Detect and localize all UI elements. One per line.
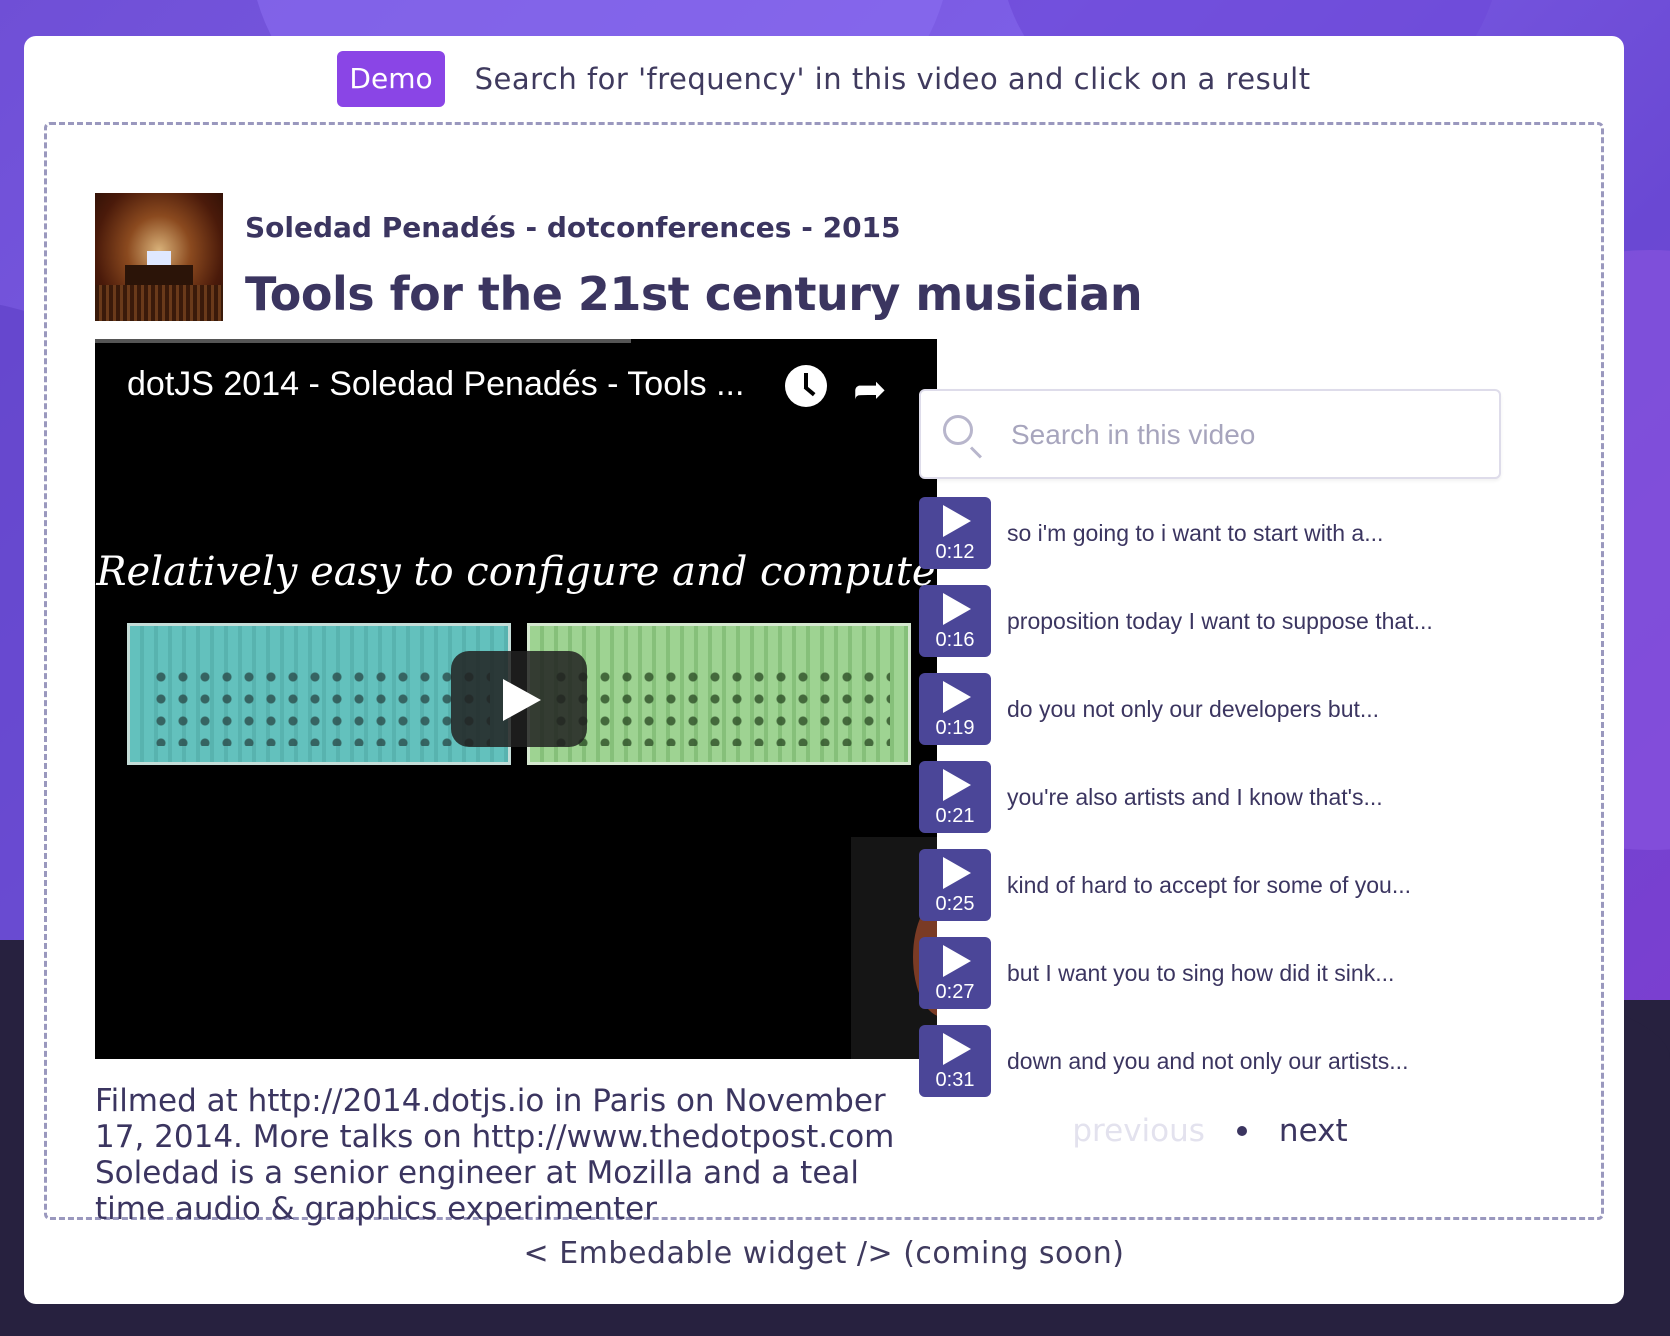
- result-text[interactable]: so i'm going to i want to start with a..…: [1007, 520, 1383, 547]
- result-time: 0:19: [935, 717, 975, 739]
- result-item[interactable]: 0:21 you're also artists and I know that…: [919, 761, 1509, 833]
- video-description: Filmed at http://2014.dotjs.io in Paris …: [95, 1083, 895, 1227]
- play-icon: [943, 593, 971, 625]
- results-pager: previous next: [919, 1113, 1501, 1149]
- slide-caption: Relatively easy to configure and compute: [96, 549, 936, 595]
- result-item[interactable]: 0:27 but I want you to sing how did it s…: [919, 937, 1509, 1009]
- search-input[interactable]: [1011, 411, 1481, 459]
- result-item[interactable]: 0:19 do you not only our developers but.…: [919, 673, 1509, 745]
- previous-link[interactable]: previous: [1072, 1113, 1205, 1149]
- result-text[interactable]: but I want you to sing how did it sink..…: [1007, 960, 1394, 987]
- result-time: 0:27: [935, 981, 975, 1003]
- video-author: Soledad Penadés - dotconferences - 2015: [245, 211, 901, 244]
- play-icon: [943, 769, 971, 801]
- play-icon[interactable]: [451, 651, 587, 747]
- result-play-button[interactable]: 0:21: [919, 761, 991, 833]
- result-time: 0:31: [935, 1069, 975, 1091]
- result-item[interactable]: 0:16 proposition today I want to suppose…: [919, 585, 1509, 657]
- next-link[interactable]: next: [1279, 1113, 1348, 1149]
- play-icon: [943, 945, 971, 977]
- player-progress: [95, 339, 631, 343]
- result-text[interactable]: do you not only our developers but...: [1007, 696, 1379, 723]
- play-icon: [943, 505, 971, 537]
- demo-badge: Demo: [337, 51, 445, 107]
- result-item[interactable]: 0:31 down and you and not only our artis…: [919, 1025, 1509, 1097]
- share-icon[interactable]: ➦: [853, 367, 887, 413]
- video-title: Tools for the 21st century musician: [245, 267, 1143, 321]
- play-icon: [943, 857, 971, 889]
- result-play-button[interactable]: 0:31: [919, 1025, 991, 1097]
- play-icon: [943, 681, 971, 713]
- result-play-button[interactable]: 0:16: [919, 585, 991, 657]
- widget-frame: Soledad Penadés - dotconferences - 2015 …: [44, 122, 1604, 1227]
- result-text[interactable]: kind of hard to accept for some of you..…: [1007, 872, 1411, 899]
- result-play-button[interactable]: 0:27: [919, 937, 991, 1009]
- demo-card: Demo Search for 'frequency' in this vide…: [24, 36, 1624, 1304]
- demo-header: Demo Search for 'frequency' in this vide…: [24, 50, 1624, 108]
- result-play-button[interactable]: 0:25: [919, 849, 991, 921]
- search-icon: [943, 415, 973, 445]
- video-thumbnail: [95, 193, 223, 321]
- watch-later-icon[interactable]: [785, 365, 827, 407]
- player-title[interactable]: dotJS 2014 - Soledad Penadés - Tools ...: [127, 365, 744, 404]
- result-item[interactable]: 0:12 so i'm going to i want to start wit…: [919, 497, 1509, 569]
- result-text[interactable]: you're also artists and I know that's...: [1007, 784, 1383, 811]
- result-play-button[interactable]: 0:19: [919, 673, 991, 745]
- play-icon: [943, 1033, 971, 1065]
- search-box[interactable]: [919, 389, 1501, 479]
- video-player[interactable]: dotJS 2014 - Soledad Penadés - Tools ...…: [95, 339, 937, 1059]
- demo-instruction: Search for 'frequency' in this video and…: [474, 62, 1311, 96]
- result-text[interactable]: proposition today I want to suppose that…: [1007, 608, 1433, 635]
- result-play-button[interactable]: 0:12: [919, 497, 991, 569]
- result-time: 0:12: [935, 541, 975, 563]
- result-text[interactable]: down and you and not only our artists...: [1007, 1048, 1408, 1075]
- pager-separator: [1236, 1126, 1247, 1136]
- result-time: 0:16: [935, 629, 975, 651]
- embed-note: < Embedable widget /> (coming soon): [523, 1236, 1125, 1271]
- result-item[interactable]: 0:25 kind of hard to accept for some of …: [919, 849, 1509, 921]
- result-time: 0:21: [935, 805, 975, 827]
- result-time: 0:25: [935, 893, 975, 915]
